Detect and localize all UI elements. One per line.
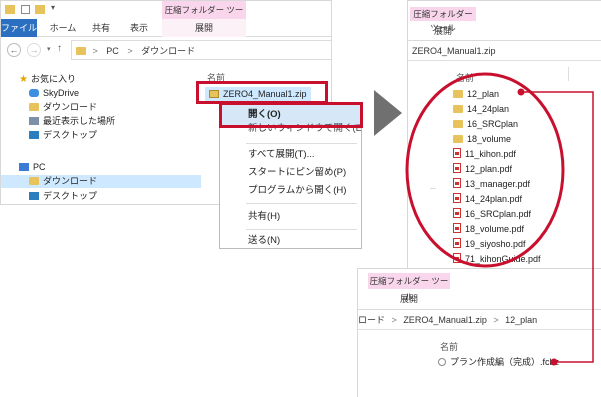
connector-line xyxy=(517,88,594,366)
